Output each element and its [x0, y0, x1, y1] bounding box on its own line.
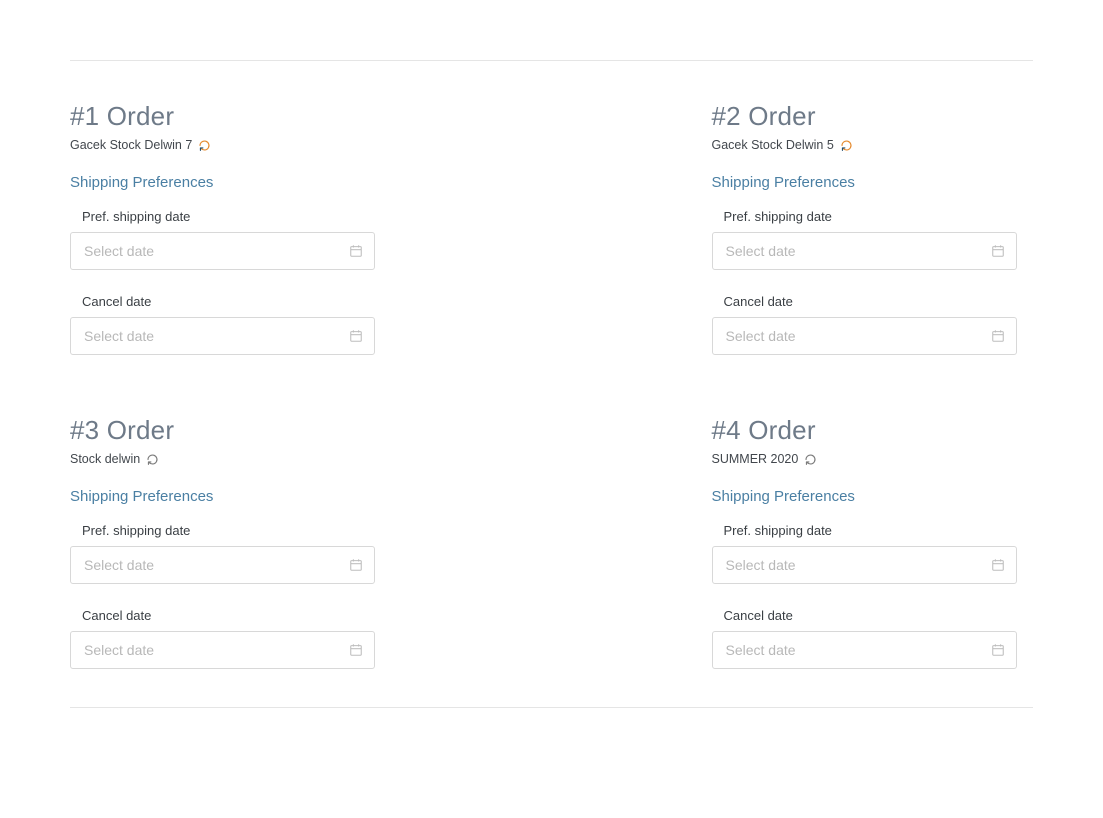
- pref-shipping-date-label: Pref. shipping date: [724, 523, 1034, 538]
- cancel-date-field: Cancel date: [712, 608, 1034, 669]
- pref-shipping-date-input[interactable]: [70, 546, 375, 584]
- orders-grid: #1 Order Gacek Stock Delwin 7 Shipping P…: [70, 101, 1033, 669]
- top-divider: [70, 60, 1033, 61]
- order-subtitle: Gacek Stock Delwin 7: [70, 138, 192, 152]
- order-title: #3 Order: [70, 415, 392, 446]
- order-subtitle: SUMMER 2020: [712, 452, 799, 466]
- cancel-date-label: Cancel date: [724, 608, 1034, 623]
- order-block-4: #4 Order SUMMER 2020 Shipping Preference…: [712, 415, 1034, 669]
- cancel-date-label: Cancel date: [724, 294, 1034, 309]
- cancel-date-input[interactable]: [712, 631, 1017, 669]
- refresh-icon[interactable]: [804, 453, 817, 466]
- order-subtitle: Stock delwin: [70, 452, 140, 466]
- pref-shipping-date-input[interactable]: [712, 546, 1017, 584]
- pref-shipping-date-label: Pref. shipping date: [724, 209, 1034, 224]
- order-subtitle-row: SUMMER 2020: [712, 452, 1034, 466]
- pref-shipping-date-field: Pref. shipping date: [712, 523, 1034, 584]
- cancel-date-field: Cancel date: [70, 608, 392, 669]
- order-title: #2 Order: [712, 101, 1034, 132]
- order-title: #1 Order: [70, 101, 392, 132]
- refresh-icon[interactable]: [840, 139, 853, 152]
- order-subtitle: Gacek Stock Delwin 5: [712, 138, 834, 152]
- order-block-2: #2 Order Gacek Stock Delwin 5 Shipping P…: [712, 101, 1034, 355]
- refresh-icon[interactable]: [146, 453, 159, 466]
- pref-shipping-date-label: Pref. shipping date: [82, 523, 392, 538]
- order-title: #4 Order: [712, 415, 1034, 446]
- order-subtitle-row: Gacek Stock Delwin 5: [712, 138, 1034, 152]
- cancel-date-label: Cancel date: [82, 294, 392, 309]
- shipping-preferences-heading: Shipping Preferences: [712, 174, 1034, 191]
- bottom-divider: [70, 707, 1033, 708]
- order-block-3: #3 Order Stock delwin Shipping Preferenc…: [70, 415, 392, 669]
- order-subtitle-row: Stock delwin: [70, 452, 392, 466]
- cancel-date-field: Cancel date: [70, 294, 392, 355]
- refresh-icon[interactable]: [198, 139, 211, 152]
- cancel-date-label: Cancel date: [82, 608, 392, 623]
- order-block-1: #1 Order Gacek Stock Delwin 7 Shipping P…: [70, 101, 392, 355]
- pref-shipping-date-field: Pref. shipping date: [70, 209, 392, 270]
- cancel-date-input[interactable]: [70, 317, 375, 355]
- shipping-preferences-heading: Shipping Preferences: [712, 488, 1034, 505]
- shipping-preferences-heading: Shipping Preferences: [70, 488, 392, 505]
- pref-shipping-date-field: Pref. shipping date: [70, 523, 392, 584]
- shipping-preferences-heading: Shipping Preferences: [70, 174, 392, 191]
- pref-shipping-date-input[interactable]: [70, 232, 375, 270]
- order-subtitle-row: Gacek Stock Delwin 7: [70, 138, 392, 152]
- pref-shipping-date-field: Pref. shipping date: [712, 209, 1034, 270]
- pref-shipping-date-label: Pref. shipping date: [82, 209, 392, 224]
- cancel-date-field: Cancel date: [712, 294, 1034, 355]
- pref-shipping-date-input[interactable]: [712, 232, 1017, 270]
- cancel-date-input[interactable]: [70, 631, 375, 669]
- cancel-date-input[interactable]: [712, 317, 1017, 355]
